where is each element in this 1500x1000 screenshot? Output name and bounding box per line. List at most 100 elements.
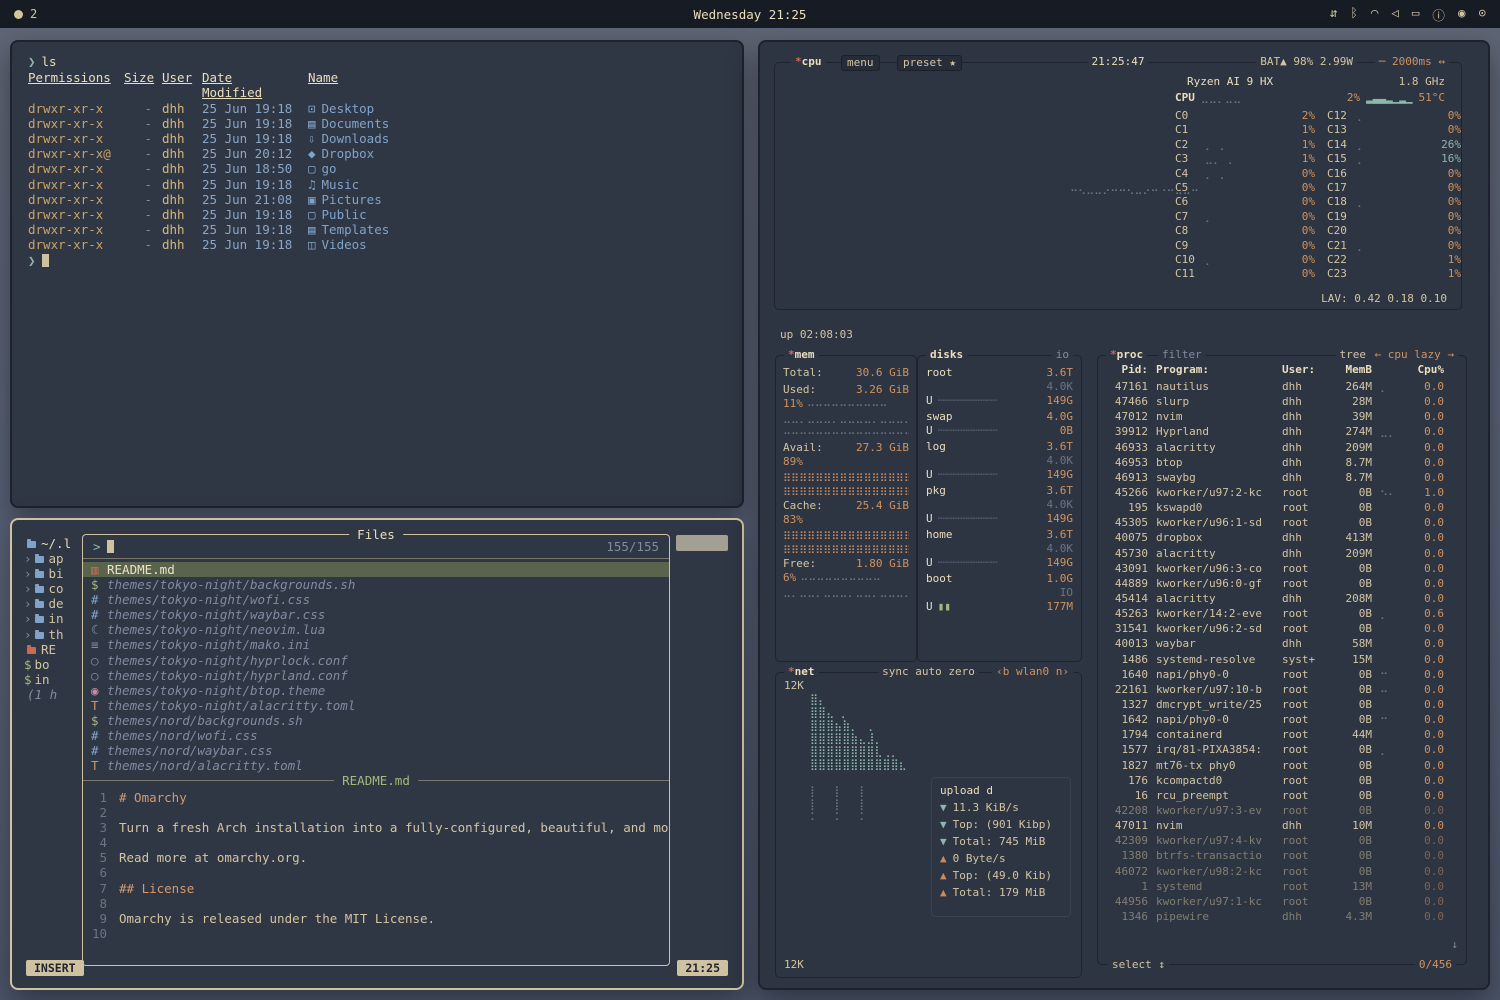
table-row[interactable]: 45414 alacritty dhh 208M 0.0 — [1098, 592, 1466, 607]
net-options[interactable]: sync auto zero — [878, 665, 979, 679]
tree-item[interactable]: ~/.l — [24, 536, 80, 551]
tree-item[interactable]: $bo — [24, 657, 80, 672]
meter-inline-graph: ⠤⠤⠤⠤⠤⠤⠤⠤⠤⠤ — [807, 397, 888, 411]
list-item[interactable]: Tthemes/tokyo-night/alacritty.toml — [83, 698, 669, 713]
battery-status: BAT▲ 98% 2.99W — [1256, 55, 1357, 69]
info-icon[interactable]: ⓘ — [1432, 5, 1445, 24]
pid-header[interactable]: Pid: — [1106, 363, 1148, 377]
user-icon[interactable]: ◉ — [1458, 5, 1466, 24]
scroll-indicator[interactable] — [676, 535, 728, 551]
tree-item[interactable]: $in — [24, 672, 80, 687]
user-header[interactable]: User: — [1282, 363, 1324, 377]
tree-item[interactable]: ›in — [24, 611, 80, 626]
folder-icon — [35, 616, 44, 623]
table-row[interactable]: 22161 kworker/u97:10-b root 0B ⠤ 0.0 — [1098, 683, 1466, 698]
list-item[interactable]: ◉themes/tokyo-night/btop.theme — [83, 683, 669, 698]
core-row: C170% — [1327, 181, 1461, 195]
table-row[interactable]: 16 rcu_preempt root 0B 0.0 — [1098, 789, 1466, 804]
table-row[interactable]: 46953 btop dhh 8.7M 0.0 — [1098, 456, 1466, 471]
table-row[interactable]: 43091 kworker/u96:3-co root 0B 0.0 — [1098, 562, 1466, 577]
process-user: dhh — [1282, 441, 1324, 455]
volume-icon[interactable]: ◁ — [1391, 5, 1399, 24]
sort-selector[interactable]: ← cpu lazy → — [1371, 348, 1458, 362]
table-row[interactable]: 1827 mt76-tx phy0 root 0B 0.0 — [1098, 759, 1466, 774]
process-pid: 1380 — [1106, 849, 1148, 863]
list-item[interactable]: Tthemes/nord/alacritty.toml — [83, 758, 669, 773]
tree-item[interactable]: ›bi — [24, 566, 80, 581]
display-icon[interactable]: ▭ — [1412, 5, 1420, 24]
list-item[interactable]: ☾themes/tokyo-night/neovim.lua — [83, 622, 669, 637]
table-row[interactable]: 45305 kworker/u96:1-sd root 0B 0.0 — [1098, 516, 1466, 531]
preset-button[interactable]: preset ★ — [897, 55, 962, 71]
process-name: pipewire — [1156, 910, 1274, 924]
mode-badge: INSERT — [26, 960, 84, 976]
list-item[interactable]: ▥README.md — [83, 562, 669, 577]
table-row: drwxr-xr-x - dhh 25 Jun 19:18 ♫Music — [28, 177, 726, 192]
table-row[interactable]: 42309 kworker/u97:4-kv root 0B 0.0 — [1098, 834, 1466, 849]
tree-toggle[interactable]: tree — [1336, 348, 1371, 362]
table-row[interactable]: 45263 kworker/14:2-eve root 0B ⡀ 0.6 — [1098, 607, 1466, 622]
tree-item[interactable]: ›ap — [24, 551, 80, 566]
update-interval[interactable]: ─ 2000ms ↔ — [1375, 55, 1449, 69]
tree-item[interactable]: (1 h — [24, 687, 80, 702]
table-row[interactable]: 1346 pipewire dhh 4.3M 0.0 — [1098, 910, 1466, 925]
table-row[interactable]: 39912 Hyprland dhh 274M ⣀⡀ 0.0 — [1098, 425, 1466, 440]
table-row[interactable]: 31541 kworker/u96:2-sd root 0B 0.0 — [1098, 622, 1466, 637]
table-row[interactable]: 1327 dmcrypt_write/25 root 0B 0.0 — [1098, 698, 1466, 713]
table-row[interactable]: 46933 alacritty dhh 209M 0.0 — [1098, 441, 1466, 456]
table-row[interactable]: 1577 irq/81-PIXA3854: root 0B ⡀ 0.0 — [1098, 743, 1466, 758]
table-row[interactable]: 176 kcompactd0 root 0B 0.0 — [1098, 774, 1466, 789]
program-header[interactable]: Program: — [1156, 363, 1274, 377]
size: - — [124, 131, 152, 146]
list-item[interactable]: #themes/nord/wofi.css — [83, 728, 669, 743]
table-row[interactable]: 46072 kworker/u98:2-kc root 0B 0.0 — [1098, 865, 1466, 880]
table-row[interactable]: 47161 nautilus dhh 264M ⡀ 0.0 — [1098, 380, 1466, 395]
io-mode-label[interactable]: io — [1052, 348, 1073, 362]
table-row[interactable]: 45730 alacritty dhh 209M 0.0 — [1098, 547, 1466, 562]
table-row[interactable]: 1 systemd root 13M 0.0 — [1098, 880, 1466, 895]
table-row[interactable]: 44956 kworker/u97:1-kc root 0B 0.0 — [1098, 895, 1466, 910]
table-row[interactable]: 42208 kworker/u97:3-ev root 0B 0.0 — [1098, 804, 1466, 819]
table-row[interactable]: 195 kswapd0 root 0B 0.0 — [1098, 501, 1466, 516]
tree-item[interactable]: ›de — [24, 596, 80, 611]
select-hint[interactable]: select ↕ — [1108, 958, 1169, 972]
table-row[interactable]: 40013 waybar dhh 58M 0.0 — [1098, 637, 1466, 652]
power-icon[interactable]: ⊙ — [1478, 5, 1486, 24]
bluetooth-icon[interactable]: ᛒ — [1350, 5, 1358, 24]
list-item[interactable]: ○themes/tokyo-night/hyprland.conf — [83, 668, 669, 683]
interface-switcher[interactable]: ‹b wlan0 n› — [992, 665, 1073, 679]
table-row[interactable]: 45266 kworker/u97:2-kc root 0B ⠢⠄ 1.0 — [1098, 486, 1466, 501]
table-row[interactable]: 1642 napi/phy0-0 root 0B ⠒ 0.0 — [1098, 713, 1466, 728]
tree-item[interactable]: RE — [24, 642, 80, 657]
filter-button[interactable]: filter — [1158, 348, 1206, 362]
list-item[interactable]: $themes/nord/backgrounds.sh — [83, 713, 669, 728]
table-row[interactable]: 1486 systemd-resolve syst+ 15M 0.0 — [1098, 653, 1466, 668]
core-graph: ⡀ — [1205, 253, 1302, 267]
updates-icon[interactable]: ⇵ — [1330, 5, 1338, 24]
table-row[interactable]: 44889 kworker/u96:0-gf root 0B 0.0 — [1098, 577, 1466, 592]
date-modified: 25 Jun 20:12 — [202, 146, 298, 161]
table-row[interactable]: 1640 napi/phy0-0 root 0B ⠒ 0.0 — [1098, 668, 1466, 683]
table-row[interactable]: 47012 nvim dhh 39M 0.0 — [1098, 410, 1466, 425]
table-row[interactable]: 47011 nvim dhh 10M 0.0 — [1098, 819, 1466, 834]
table-row[interactable]: 1794 containerd root 44M 0.0 — [1098, 728, 1466, 743]
list-item[interactable]: ≡themes/tokyo-night/mako.ini — [83, 637, 669, 652]
table-row[interactable]: 46913 swaybg dhh 8.7M 0.0 — [1098, 471, 1466, 486]
list-item[interactable]: #themes/tokyo-night/wofi.css — [83, 592, 669, 607]
list-item[interactable]: ○themes/tokyo-night/hyprlock.conf — [83, 653, 669, 668]
list-item[interactable]: #themes/nord/waybar.css — [83, 743, 669, 758]
table-row[interactable]: 40075 dropbox dhh 413M 0.0 — [1098, 531, 1466, 546]
mem-header[interactable]: MemB — [1332, 363, 1372, 377]
filetype-icon: T — [91, 758, 107, 773]
table-row[interactable]: 1380 btrfs-transactio root 0B 0.0 — [1098, 849, 1466, 864]
table-row[interactable]: 47466 slurp dhh 28M 0.0 — [1098, 395, 1466, 410]
cpu-header[interactable]: Cpu% — [1410, 363, 1444, 377]
tree-item[interactable]: ›co — [24, 581, 80, 596]
wifi-icon[interactable]: ◠ — [1371, 5, 1379, 24]
list-item[interactable]: $themes/tokyo-night/backgrounds.sh — [83, 577, 669, 592]
tree-item[interactable]: ›th — [24, 627, 80, 642]
scroll-down-icon[interactable]: ↓ — [1451, 938, 1458, 952]
list-item[interactable]: #themes/tokyo-night/waybar.css — [83, 607, 669, 622]
workspace-indicator[interactable]: 2 — [14, 7, 37, 21]
menu-button[interactable]: menu — [841, 55, 880, 71]
